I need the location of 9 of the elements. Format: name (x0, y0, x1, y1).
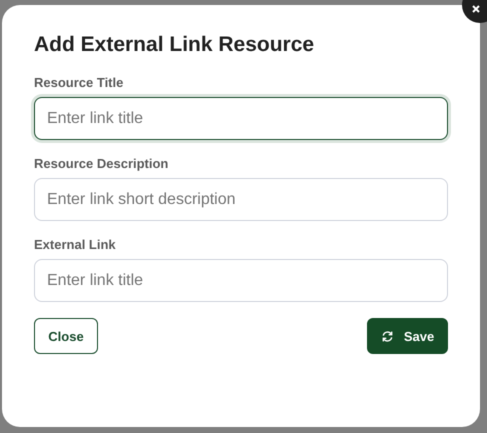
field-label: Resource Title (34, 75, 124, 90)
field-label: Resource Description (34, 156, 168, 171)
close-icon (472, 5, 480, 13)
close-button[interactable]: Close (34, 318, 98, 354)
field-label: External Link (34, 237, 116, 252)
input-field[interactable]: Enter link title (34, 97, 448, 140)
save-button[interactable]: Save (367, 318, 448, 354)
dialog-title: Add External Link Resource (34, 33, 316, 57)
refresh-icon (380, 330, 394, 342)
